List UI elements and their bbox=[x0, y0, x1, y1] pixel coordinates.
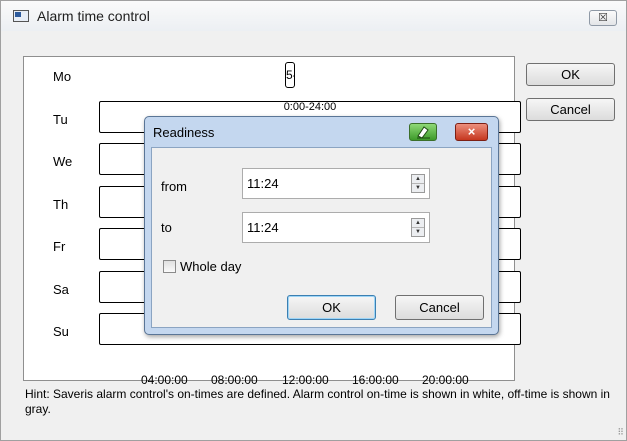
day-label-sunday: Su bbox=[53, 324, 69, 339]
window-title: Alarm time control bbox=[37, 8, 150, 24]
spin-down-icon[interactable]: ▼ bbox=[412, 184, 424, 192]
day-label-thursday: Th bbox=[53, 197, 69, 212]
from-spinner[interactable]: ▲ ▼ bbox=[411, 174, 425, 193]
whole-day-checkbox[interactable] bbox=[163, 260, 176, 273]
from-time-value[interactable]: 11:24 bbox=[247, 176, 279, 191]
dialog-close-icon[interactable]: × bbox=[455, 123, 488, 141]
window-titlebar: Alarm time control ☒ bbox=[1, 1, 626, 31]
time-axis-label: 20:00:00 bbox=[422, 373, 469, 387]
dialog-ok-button[interactable]: OK bbox=[287, 295, 376, 320]
to-spinner[interactable]: ▲ ▼ bbox=[411, 218, 425, 237]
time-axis-label: 16:00:00 bbox=[352, 373, 399, 387]
eraser-icon bbox=[417, 126, 430, 139]
day-label-saturday: Sa bbox=[53, 282, 69, 297]
time-axis-label: 08:00:00 bbox=[211, 373, 258, 387]
monday-time-bar[interactable]: 5-1 bbox=[285, 62, 295, 88]
time-axis-label: 12:00:00 bbox=[282, 373, 329, 387]
tuesday-time-text: 0:00-24:00 bbox=[283, 101, 337, 113]
spin-down-icon[interactable]: ▼ bbox=[412, 228, 424, 236]
monday-bar-text: 5-1 bbox=[286, 68, 294, 82]
day-label-tuesday: Tu bbox=[53, 112, 68, 127]
to-time-field[interactable]: 11:24 ▲ ▼ bbox=[242, 212, 430, 243]
day-label-friday: Fr bbox=[53, 239, 66, 254]
close-icon[interactable]: ☒ bbox=[589, 10, 617, 26]
spin-up-icon[interactable]: ▲ bbox=[412, 219, 424, 228]
from-label: from bbox=[161, 179, 187, 194]
time-axis-label: 04:00:00 bbox=[141, 373, 188, 387]
hint-text: Hint: Saveris alarm control's on-times a… bbox=[25, 387, 610, 416]
whole-day-label[interactable]: Whole day bbox=[180, 259, 241, 274]
spin-up-icon[interactable]: ▲ bbox=[412, 175, 424, 184]
readiness-dialog: Readiness × from 11:24 ▲ ▼ to 11:24 ▲ ▼ … bbox=[144, 116, 499, 335]
cancel-button[interactable]: Cancel bbox=[526, 98, 615, 121]
resize-grip-icon[interactable]: ⠿ bbox=[617, 427, 624, 438]
dialog-title: Readiness bbox=[153, 125, 215, 140]
dialog-cancel-button[interactable]: Cancel bbox=[395, 295, 484, 320]
ok-button[interactable]: OK bbox=[526, 63, 615, 86]
dialog-body: from 11:24 ▲ ▼ to 11:24 ▲ ▼ Whole day OK… bbox=[151, 147, 492, 328]
window-app-icon bbox=[13, 10, 29, 22]
to-label: to bbox=[161, 220, 172, 235]
to-time-value[interactable]: 11:24 bbox=[247, 220, 279, 235]
day-label-monday: Mo bbox=[53, 69, 72, 84]
from-time-field[interactable]: 11:24 ▲ ▼ bbox=[242, 168, 430, 199]
help-icon[interactable] bbox=[409, 123, 437, 141]
day-label-wednesday: We bbox=[53, 154, 73, 169]
